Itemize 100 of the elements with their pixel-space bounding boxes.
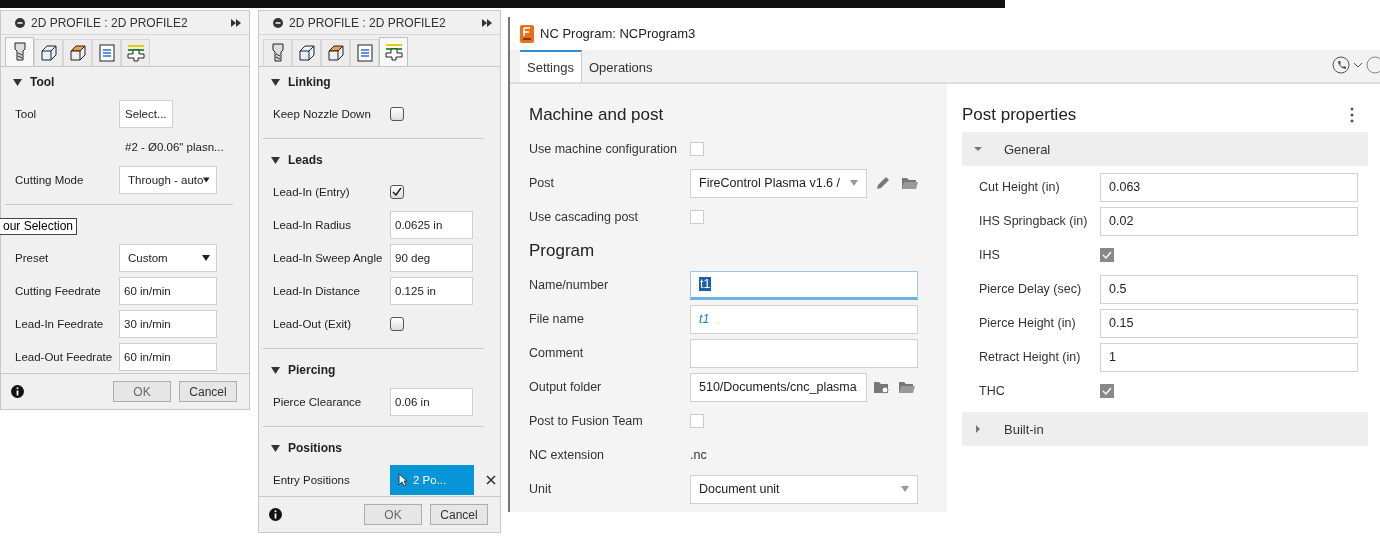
checkbox[interactable] — [1100, 248, 1114, 262]
input-field[interactable]: t1 — [690, 270, 918, 300]
checkbox[interactable] — [390, 184, 404, 199]
toolpath-tab[interactable] — [34, 39, 63, 66]
dropdown[interactable]: Through - auto — [119, 165, 217, 194]
caret-icon — [203, 176, 210, 183]
field-label: Lead-In Feedrate — [15, 317, 105, 330]
input-field[interactable]: 0.0625 in — [390, 210, 473, 239]
cancel-button[interactable]: Cancel — [430, 504, 488, 525]
phone-icon[interactable] — [1332, 56, 1350, 74]
folder-icon[interactable] — [901, 176, 918, 190]
chevron-down-icon[interactable] — [1354, 62, 1362, 68]
dropdown[interactable]: Custom — [119, 243, 217, 272]
toggle-icon[interactable] — [271, 365, 280, 375]
ok-button[interactable]: OK — [113, 381, 171, 402]
field-label: Cutting Feedrate — [15, 284, 102, 297]
field-label: Lead-Out Feedrate — [15, 350, 114, 363]
property-label: IHS Springback (in) — [979, 214, 1089, 228]
checkbox[interactable] — [390, 106, 404, 121]
selection-button[interactable]: our Selection — [0, 217, 78, 235]
toolpath-tab[interactable] — [321, 39, 350, 66]
group-header[interactable]: Built-in — [962, 412, 1368, 446]
list-icon — [98, 44, 115, 62]
toggle-icon[interactable] — [271, 77, 280, 87]
input-field[interactable]: 510/Documents/cnc_plasma — [690, 372, 867, 402]
input-field[interactable]: 0.06 in — [390, 387, 473, 416]
expand-icon[interactable] — [231, 18, 241, 27]
pencil-icon[interactable] — [875, 175, 891, 191]
input-field[interactable]: 0.15 — [1100, 308, 1358, 338]
close-icon[interactable] — [486, 474, 496, 485]
input-field[interactable]: t1 — [690, 304, 918, 334]
input-field[interactable]: 0.125 in — [390, 276, 473, 305]
collapse-icon[interactable] — [15, 17, 25, 28]
info-icon[interactable] — [11, 385, 24, 398]
input-field[interactable]: 0.02 — [1100, 206, 1358, 236]
field-label: Cutting Mode — [15, 173, 85, 186]
toolpath-tab[interactable] — [263, 39, 292, 66]
cancel-button[interactable]: Cancel — [179, 381, 237, 402]
input-field[interactable]: 60 in/min — [119, 276, 217, 305]
section-title: Linking — [288, 75, 331, 89]
ok-button[interactable]: OK — [364, 504, 422, 525]
folder-view-icon[interactable] — [873, 380, 890, 394]
toggle-icon[interactable] — [271, 443, 280, 453]
select-button[interactable]: Select... — [119, 99, 173, 128]
input-field[interactable]: 30 in/min — [119, 309, 217, 338]
panel-title: 2D PROFILE : 2D PROFILE2 — [31, 15, 189, 30]
field-label: Preset — [15, 251, 50, 264]
field-label: Keep Nozzle Down — [273, 107, 372, 120]
toolpath-tab[interactable] — [292, 39, 321, 66]
dropdown[interactable]: FireControl Plasma v1.6 / — [690, 168, 867, 198]
field-label: Lead-In Distance — [273, 284, 361, 297]
list-icon — [356, 44, 373, 62]
checkbox[interactable] — [390, 316, 404, 331]
toggle-icon[interactable] — [974, 425, 982, 433]
input-field[interactable]: 90 deg — [390, 243, 473, 272]
field-label: Lead-In Sweep Angle — [273, 251, 384, 264]
toggle-icon[interactable] — [974, 145, 982, 153]
input-field[interactable]: 0.5 — [1100, 274, 1358, 304]
toggle-icon[interactable] — [271, 155, 280, 165]
tab[interactable]: Operations — [582, 50, 660, 82]
folder-icon[interactable] — [898, 380, 915, 394]
input-field[interactable] — [690, 338, 918, 368]
torch-icon — [12, 42, 27, 62]
property-label: Retract Height (in) — [979, 350, 1082, 364]
input-field[interactable]: 60 in/min — [119, 342, 217, 371]
field-label: Lead-In (Entry) — [273, 185, 351, 198]
collapse-icon[interactable] — [273, 17, 283, 28]
toolpath-tab[interactable] — [379, 37, 408, 66]
expand-icon[interactable] — [482, 18, 492, 27]
toolpath-tab[interactable] — [121, 39, 150, 66]
dropdown[interactable]: Document unit — [690, 474, 918, 504]
section-heading: Machine and post — [529, 104, 665, 126]
toolpath-tab[interactable] — [5, 37, 34, 66]
field-label: Pierce Clearance — [273, 395, 363, 408]
tab[interactable]: Settings — [520, 50, 582, 82]
block-icon — [326, 44, 345, 62]
field-label: File name — [529, 312, 585, 326]
info-icon[interactable] — [269, 508, 282, 521]
field-label: Name/number — [529, 278, 610, 292]
field-label: Lead-Out (Exit) — [273, 317, 352, 330]
input-field[interactable]: 0.063 — [1100, 172, 1358, 202]
group-title: Built-in — [1004, 421, 1044, 437]
property-label: Cut Height (in) — [979, 180, 1061, 194]
toggle-icon[interactable] — [13, 77, 22, 87]
checkbox[interactable] — [1100, 384, 1114, 398]
group-header[interactable]: General — [962, 132, 1368, 166]
field-label: Entry Positions — [273, 473, 351, 486]
property-label: THC — [979, 384, 1006, 398]
more-icon[interactable] — [1350, 107, 1354, 123]
cursor-icon — [398, 472, 407, 487]
toolpath-tab[interactable] — [350, 39, 379, 66]
field-label: Post — [529, 176, 555, 190]
help-icon[interactable] — [1366, 56, 1380, 74]
input-field[interactable]: 1 — [1100, 342, 1358, 372]
toolpath-tab[interactable] — [92, 39, 121, 66]
toolpath-tab[interactable] — [63, 39, 92, 66]
field-label: Lead-In Radius — [273, 218, 352, 231]
field-label: Comment — [529, 346, 585, 360]
property-label: Pierce Delay (sec) — [979, 282, 1083, 296]
dropdown-value: Custom — [128, 251, 168, 264]
